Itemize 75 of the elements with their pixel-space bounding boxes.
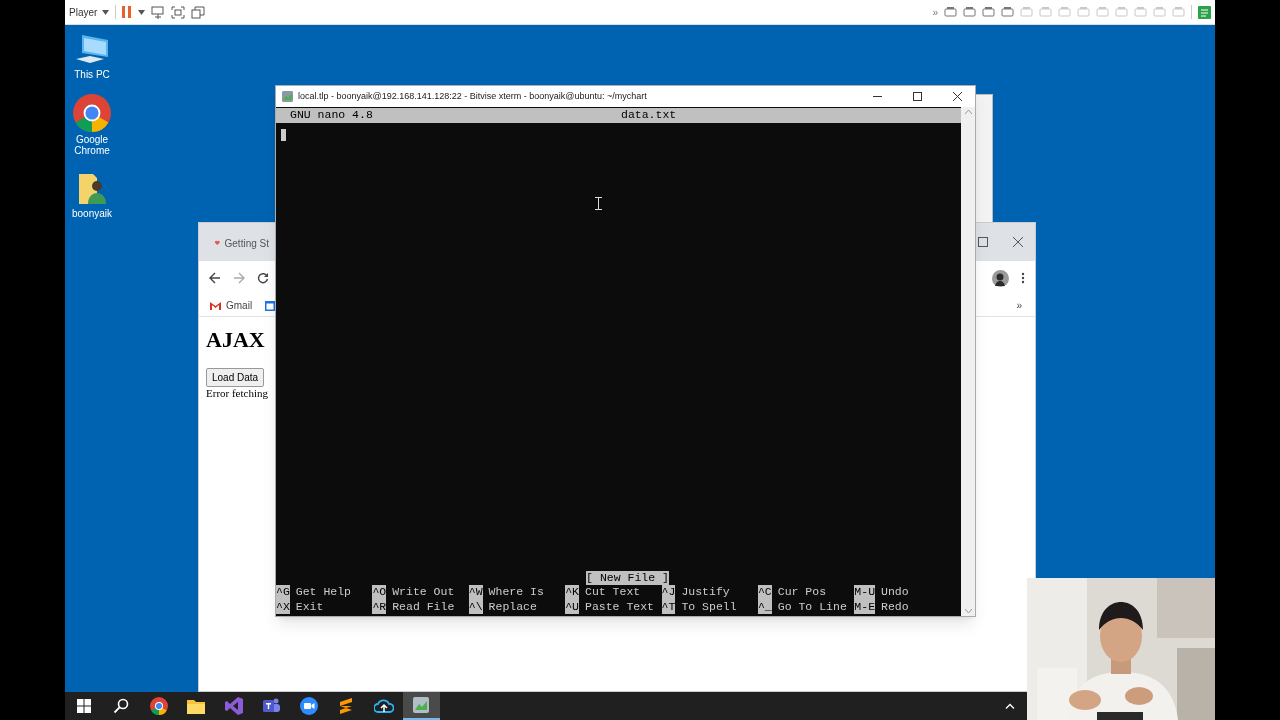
mail-icon [210, 301, 221, 310]
tray-caret-icon[interactable] [1005, 703, 1015, 709]
shortcut-label: Where Is [488, 585, 544, 600]
shortcut-label: Justify [681, 585, 730, 600]
avatar-icon[interactable] [992, 269, 1009, 287]
ribbon-icon [224, 697, 243, 715]
terminal-icon [282, 91, 293, 102]
nano-version: GNU nano 4.8 [290, 108, 374, 123]
taskbar-button[interactable] [402, 692, 440, 720]
close-icon[interactable] [953, 92, 962, 101]
desktop-icon-label[interactable]: This PC [74, 69, 110, 80]
folder-icon [187, 698, 206, 714]
shortcut-key: ^G [276, 585, 290, 600]
shortcut-key: ^K [565, 585, 579, 600]
editor-icon [339, 697, 354, 715]
text-cursor [281, 129, 286, 141]
menu-icon[interactable] [1021, 272, 1025, 284]
shortcut-label: Replace [488, 599, 537, 614]
status-message: [ New File ] [586, 570, 669, 585]
browser-tab[interactable]: Getting St [209, 228, 269, 258]
terminal-icon [413, 697, 430, 713]
back-icon[interactable] [209, 272, 221, 284]
device-icon[interactable] [944, 6, 957, 18]
player-menu[interactable]: Player [69, 4, 110, 20]
shortcut-label: Paste Text [585, 599, 654, 614]
bookmark-link[interactable]: Gmail [226, 298, 253, 313]
reload-icon[interactable] [257, 272, 269, 284]
shortcut-key: ^J [661, 585, 676, 600]
error-message: Error fetching [206, 387, 268, 400]
browser-icon [149, 697, 168, 715]
search-icon [113, 698, 130, 714]
shortcut-label: Cut Text [585, 585, 641, 600]
desktop-icon-label[interactable]: boonyaik [72, 208, 112, 219]
shortcut-label: To Spell [681, 599, 737, 614]
shortcut-key: M-U [854, 585, 876, 600]
heart-icon [215, 239, 220, 247]
shortcut-label: Cur Pos [777, 585, 827, 600]
device-icon[interactable] [982, 6, 995, 18]
shortcut-key: ^C [757, 585, 772, 600]
notes-icon[interactable] [1198, 5, 1211, 19]
shortcut-label: Write Out [392, 585, 455, 600]
fullscreen-icon[interactable] [171, 5, 186, 19]
cloud-icon [373, 698, 394, 714]
maximize-icon[interactable] [978, 237, 988, 247]
camera-icon [299, 697, 318, 715]
device-icon[interactable] [963, 6, 976, 18]
page-heading: AJAX [206, 327, 265, 353]
caret-icon [102, 9, 110, 15]
shortcut-key: ^O [372, 585, 387, 600]
forward-icon[interactable] [233, 272, 245, 284]
pause-icon[interactable] [122, 6, 133, 18]
shortcut-label: Undo [881, 585, 909, 600]
close-icon[interactable] [1013, 237, 1023, 247]
windows-icon [76, 699, 91, 713]
device-icon[interactable] [1001, 6, 1014, 18]
more-icon[interactable]: » [932, 4, 938, 20]
window-title: local.tlp - boonyaik@192.168.141.128:22 - Bitvise xterm - boonyaik@ubuntu: ~/mychart [298, 89, 647, 103]
desktop-icon-label[interactable]: Google Chrome [63, 134, 121, 156]
scroll-down-icon[interactable] [964, 609, 972, 613]
file-name: data.txt [621, 108, 677, 123]
shortcut-key: ^W [468, 585, 483, 600]
browser-icon [73, 94, 111, 132]
ibeam-cursor-icon [595, 197, 602, 210]
more-icon[interactable]: » [1016, 298, 1022, 313]
shortcut-label: Redo [881, 599, 909, 614]
shortcut-label: Get Help [295, 585, 352, 600]
caret-icon [138, 9, 146, 15]
shortcut-label: Go To Line [777, 599, 847, 614]
shortcut-label: Exit [295, 599, 324, 614]
maximize-icon[interactable] [913, 92, 922, 101]
load-data-button[interactable]: Load Data [206, 368, 265, 387]
scroll-up-icon[interactable] [964, 110, 972, 114]
shortcut-label: Read File [392, 599, 455, 614]
people-icon [261, 697, 281, 715]
calendar-icon[interactable] [265, 300, 276, 311]
